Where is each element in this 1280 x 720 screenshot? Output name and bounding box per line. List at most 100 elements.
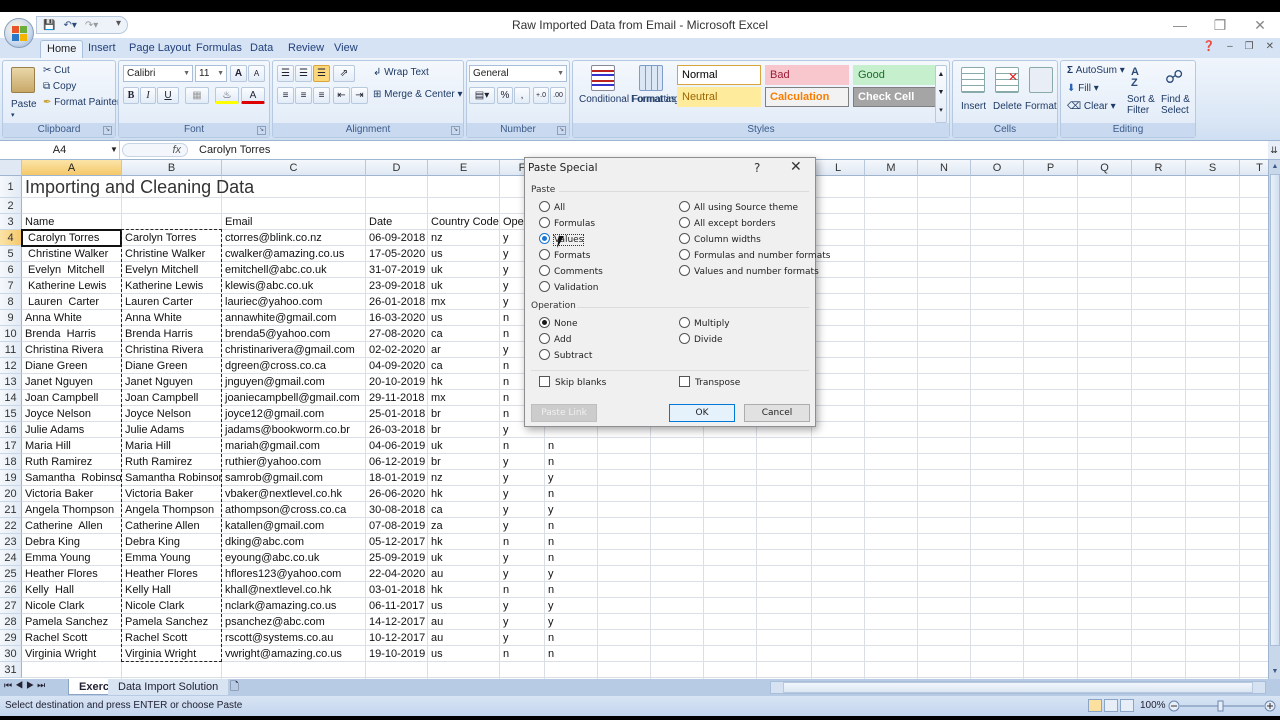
cell-b7[interactable]: Katherine Lewis — [123, 278, 221, 294]
row-header-11[interactable]: 11 — [0, 342, 22, 358]
percent-style-button[interactable]: % — [497, 87, 513, 104]
cell-b21[interactable]: Angela Thompson — [123, 502, 221, 518]
increase-decimal-button[interactable]: +.0 — [533, 87, 549, 104]
vertical-scrollbar[interactable]: ▲ ▼ — [1268, 160, 1280, 679]
zoom-slider[interactable] — [1168, 700, 1276, 712]
cell-a21[interactable]: Angela Thompson — [23, 502, 121, 518]
cell-f22[interactable]: y — [501, 518, 544, 534]
workbook-close-icon[interactable]: ✕ — [1266, 41, 1274, 52]
row-header-15[interactable]: 15 — [0, 406, 22, 422]
sort-filter-button[interactable]: Sort & Filter — [1127, 94, 1159, 116]
row-header-31[interactable]: 31 — [0, 662, 22, 678]
font-name-select[interactable]: Calibri ▼ — [123, 65, 193, 82]
cell-d9[interactable]: 16-03-2020 — [367, 310, 427, 326]
cell-f20[interactable]: y — [501, 486, 544, 502]
cell-a11[interactable]: Christina Rivera — [23, 342, 121, 358]
cell-e12[interactable]: ca — [429, 358, 499, 374]
insert-function-button[interactable]: fx — [122, 143, 188, 157]
row-header-4[interactable]: 4 — [0, 230, 22, 246]
cell-d10[interactable]: 27-08-2020 — [367, 326, 427, 342]
cell-f26[interactable]: n — [501, 582, 544, 598]
formula-input[interactable]: Carolyn Torres — [199, 141, 270, 159]
tab-data[interactable]: Data — [244, 40, 279, 58]
cell-d22[interactable]: 07-08-2019 — [367, 518, 427, 534]
page-break-view-icon[interactable] — [1120, 699, 1134, 712]
cancel-button[interactable]: Cancel — [744, 404, 810, 422]
cell-d23[interactable]: 05-12-2017 — [367, 534, 427, 550]
font-color-button[interactable]: A — [241, 87, 265, 104]
insert-button[interactable]: Insert — [961, 101, 986, 112]
cell-g25[interactable]: y — [546, 566, 597, 582]
cell-e29[interactable]: au — [429, 630, 499, 646]
clipboard-launcher-icon[interactable]: ↘ — [103, 126, 112, 135]
orientation-button[interactable]: ⇗ — [333, 65, 355, 82]
cell-d5[interactable]: 17-05-2020 — [367, 246, 427, 262]
tab-insert[interactable]: Insert — [82, 40, 122, 58]
cell-a20[interactable]: Victoria Baker — [23, 486, 121, 502]
cell-a12[interactable]: Diane Green — [23, 358, 121, 374]
close-icon[interactable]: ✕ — [790, 159, 802, 175]
radio-paste-comments[interactable]: Comments — [539, 265, 603, 279]
align-middle-button[interactable]: ☰ — [295, 65, 312, 82]
cell-d26[interactable]: 03-01-2018 — [367, 582, 427, 598]
column-header-m[interactable]: M — [865, 160, 918, 176]
cell-c17[interactable]: mariah@gmail.com — [223, 438, 365, 454]
cell-c18[interactable]: ruthier@yahoo.com — [223, 454, 365, 470]
cell-c26[interactable]: khall@nextlevel.co.hk — [223, 582, 365, 598]
cell-e6[interactable]: uk — [429, 262, 499, 278]
cell-g21[interactable]: y — [546, 502, 597, 518]
align-bottom-button[interactable]: ☰ — [313, 65, 330, 82]
cell-e30[interactable]: us — [429, 646, 499, 662]
cell-b13[interactable]: Janet Nguyen — [123, 374, 221, 390]
cell-e21[interactable]: ca — [429, 502, 499, 518]
cell-a17[interactable]: Maria Hill — [23, 438, 121, 454]
cell-b17[interactable]: Maria Hill — [123, 438, 221, 454]
workbook-minimize-icon[interactable]: – — [1227, 41, 1233, 52]
copy-button[interactable]: ⧉ Copy — [43, 81, 76, 92]
cell-f25[interactable]: y — [501, 566, 544, 582]
radio-paste-column-widths[interactable]: Column widths — [679, 233, 761, 247]
cell-b9[interactable]: Anna White — [123, 310, 221, 326]
cell-a29[interactable]: Rachel Scott — [23, 630, 121, 646]
cell-b5[interactable]: Christine Walker — [123, 246, 221, 262]
row-header-24[interactable]: 24 — [0, 550, 22, 566]
cell-style-bad[interactable]: Bad — [765, 65, 849, 85]
workbook-restore-icon[interactable]: ❐ — [1245, 41, 1254, 52]
cell-g20[interactable]: n — [546, 486, 597, 502]
cell-e25[interactable]: au — [429, 566, 499, 582]
row-header-16[interactable]: 16 — [0, 422, 22, 438]
row-header-13[interactable]: 13 — [0, 374, 22, 390]
cell-c11[interactable]: christinarivera@gmail.com — [223, 342, 365, 358]
radio-paste-all-except-borders[interactable]: All except borders — [679, 217, 776, 231]
find-select-button[interactable]: Find & Select — [1161, 94, 1195, 116]
align-right-button[interactable]: ≡ — [313, 87, 330, 104]
column-header-e[interactable]: E — [428, 160, 500, 176]
column-header-s[interactable]: S — [1186, 160, 1240, 176]
cell-f29[interactable]: y — [501, 630, 544, 646]
column-header-t[interactable]: T — [1240, 160, 1268, 176]
number-format-select[interactable]: General ▼ — [469, 65, 567, 82]
accounting-format-button[interactable]: ▤▾ — [469, 87, 495, 104]
cell-d24[interactable]: 25-09-2019 — [367, 550, 427, 566]
row-header-18[interactable]: 18 — [0, 454, 22, 470]
shrink-font-button[interactable]: A — [248, 65, 265, 82]
radio-op-divide[interactable]: Divide — [679, 333, 723, 347]
cell-c29[interactable]: rscott@systems.co.au — [223, 630, 365, 646]
cell-a28[interactable]: Pamela Sanchez — [23, 614, 121, 630]
row-header-7[interactable]: 7 — [0, 278, 22, 294]
radio-op-multiply[interactable]: Multiply — [679, 317, 730, 331]
autosum-button[interactable]: Σ AutoSum ▾ — [1067, 65, 1125, 76]
cell-a24[interactable]: Emma Young — [23, 550, 121, 566]
cell-g26[interactable]: n — [546, 582, 597, 598]
column-header-a[interactable]: A — [22, 160, 122, 176]
row-header-9[interactable]: 9 — [0, 310, 22, 326]
comma-style-button[interactable]: , — [514, 87, 530, 104]
cell-a13[interactable]: Janet Nguyen — [23, 374, 121, 390]
bold-button[interactable]: B — [123, 87, 139, 104]
cell-g23[interactable]: n — [546, 534, 597, 550]
cell-e7[interactable]: uk — [429, 278, 499, 294]
cell-g22[interactable]: n — [546, 518, 597, 534]
row-header-14[interactable]: 14 — [0, 390, 22, 406]
increase-indent-button[interactable]: ⇥ — [351, 87, 368, 104]
help-icon[interactable]: ? — [754, 161, 760, 175]
